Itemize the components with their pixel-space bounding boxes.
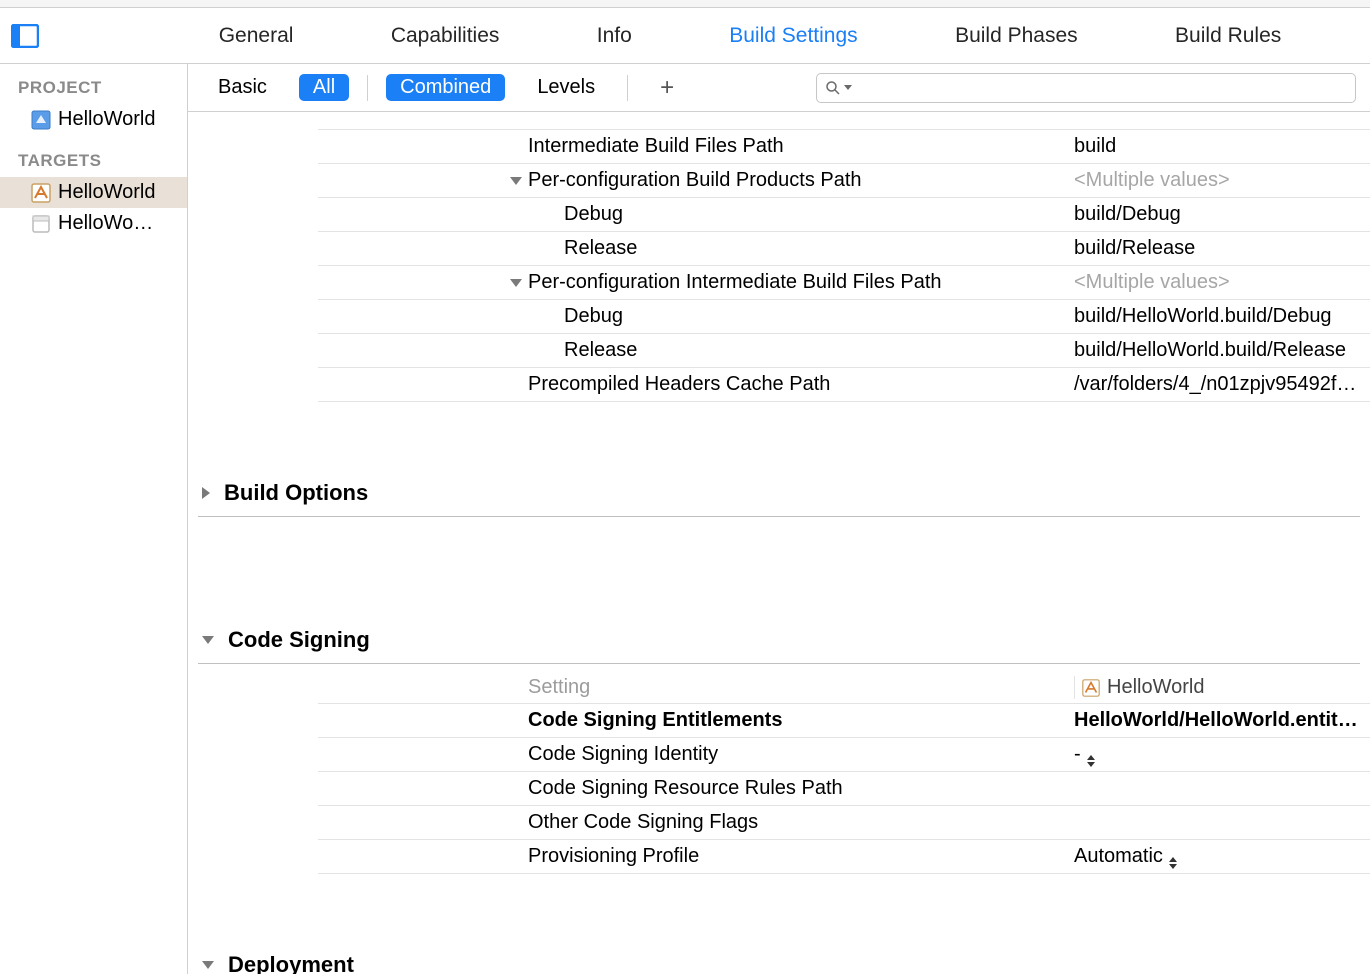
setting-row-expandable[interactable]: Per-configuration Build Products Path <M… xyxy=(318,164,1370,198)
disclosure-triangle-icon[interactable] xyxy=(510,279,522,287)
setting-value[interactable]: build xyxy=(1074,112,1116,116)
disclosure-triangle-icon[interactable] xyxy=(202,961,214,969)
project-item-label: HelloWorld xyxy=(58,108,155,131)
project-navigator-sidebar: PROJECT HelloWorld TARGETS HelloWorld He… xyxy=(0,64,188,974)
xcodeproj-icon xyxy=(30,109,52,131)
setting-label: Intermediate Build Files Path xyxy=(528,135,784,158)
disclosure-triangle-icon[interactable] xyxy=(202,487,210,499)
setting-value[interactable]: HelloWorld/HelloWorld.entitlements xyxy=(1074,709,1370,731)
setting-label: Precompiled Headers Cache Path xyxy=(528,373,830,396)
filter-divider xyxy=(367,75,368,101)
setting-value[interactable]: <Multiple values> xyxy=(1074,271,1230,293)
app-target-icon xyxy=(1081,678,1101,698)
setting-value[interactable]: /var/folders/4_/n01zpjv95492f2n31r_… xyxy=(1074,373,1370,395)
setting-value[interactable]: build/Debug xyxy=(1074,203,1181,225)
setting-row[interactable]: Precompiled Headers Cache Path /var/fold… xyxy=(318,368,1370,402)
search-icon xyxy=(825,80,841,96)
setting-row-config[interactable]: Release build/Release xyxy=(318,232,1370,266)
project-section-label: PROJECT xyxy=(0,74,187,104)
setting-row[interactable]: Code Signing Identity - xyxy=(318,738,1370,772)
generic-target-icon xyxy=(30,213,52,235)
project-item-helloworld[interactable]: HelloWorld xyxy=(0,104,187,135)
setting-row[interactable]: Intermediate Build Files Path build xyxy=(318,130,1370,164)
filter-levels[interactable]: Levels xyxy=(523,74,609,101)
setting-label: Code Signing Identity xyxy=(528,743,718,766)
setting-value[interactable]: build xyxy=(1074,135,1116,157)
filter-divider xyxy=(627,75,628,101)
setting-value[interactable]: <Multiple values> xyxy=(1074,169,1230,191)
filter-combined[interactable]: Combined xyxy=(386,74,505,101)
group-title: Deployment xyxy=(228,952,354,974)
group-deployment[interactable]: Deployment xyxy=(198,938,1360,974)
search-scope-chevron-icon[interactable] xyxy=(844,85,852,90)
setting-label: Build Products Path xyxy=(528,112,704,116)
build-settings-content: Build Products Path build Intermediate B… xyxy=(188,112,1370,974)
setting-label: Release xyxy=(564,339,637,362)
filter-all[interactable]: All xyxy=(299,74,349,101)
setting-label: Code Signing Resource Rules Path xyxy=(528,777,843,800)
popup-indicator-icon[interactable] xyxy=(1169,857,1177,869)
tab-info[interactable]: Info xyxy=(587,20,642,52)
setting-label: Debug xyxy=(564,203,623,226)
filter-basic[interactable]: Basic xyxy=(204,74,281,101)
setting-value[interactable]: build/Release xyxy=(1074,237,1195,259)
setting-label: Code Signing Entitlements xyxy=(528,709,782,732)
editor-tab-bar: General Capabilities Info Build Settings… xyxy=(0,8,1370,64)
targets-section-label: TARGETS xyxy=(0,147,187,177)
target-item-helloworld[interactable]: HelloWorld xyxy=(0,177,187,208)
settings-filter-bar: Basic All Combined Levels + xyxy=(188,64,1370,112)
column-headers: Setting HelloWorld xyxy=(318,664,1370,704)
search-input[interactable] xyxy=(858,79,1347,97)
tab-general[interactable]: General xyxy=(209,20,304,52)
target-item-label: HelloWo… xyxy=(58,212,153,235)
disclosure-triangle-icon[interactable] xyxy=(510,177,522,185)
popup-indicator-icon[interactable] xyxy=(1087,755,1095,767)
settings-search-field[interactable] xyxy=(816,73,1356,103)
setting-value[interactable]: build/HelloWorld.build/Release xyxy=(1074,339,1346,361)
tab-capabilities[interactable]: Capabilities xyxy=(381,20,510,52)
setting-row-expandable[interactable]: Per-configuration Intermediate Build Fil… xyxy=(318,266,1370,300)
setting-label: Other Code Signing Flags xyxy=(528,811,758,834)
column-header-target: HelloWorld xyxy=(1107,676,1204,699)
tab-build-phases[interactable]: Build Phases xyxy=(945,20,1088,52)
setting-row[interactable]: Other Code Signing Flags xyxy=(318,806,1370,840)
tab-build-rules[interactable]: Build Rules xyxy=(1165,20,1291,52)
setting-row[interactable]: Code Signing Entitlements HelloWorld/Hel… xyxy=(318,704,1370,738)
setting-label: Per-configuration Build Products Path xyxy=(528,169,862,192)
left-panel-toggle-button[interactable] xyxy=(8,19,42,53)
setting-row[interactable]: Code Signing Resource Rules Path xyxy=(318,772,1370,806)
group-title: Code Signing xyxy=(228,627,370,653)
setting-label: Provisioning Profile xyxy=(528,845,699,868)
setting-row-config[interactable]: Release build/HelloWorld.build/Release xyxy=(318,334,1370,368)
add-setting-button[interactable]: + xyxy=(646,74,688,102)
setting-row[interactable]: Provisioning Profile Automatic xyxy=(318,840,1370,874)
setting-row-config[interactable]: Debug build/HelloWorld.build/Debug xyxy=(318,300,1370,334)
setting-label: Per-configuration Intermediate Build Fil… xyxy=(528,271,942,294)
app-target-icon xyxy=(30,182,52,204)
setting-value[interactable]: build/HelloWorld.build/Debug xyxy=(1074,305,1332,327)
disclosure-triangle-icon[interactable] xyxy=(202,636,214,644)
setting-value[interactable]: Automatic xyxy=(1074,845,1163,867)
group-build-options[interactable]: Build Options xyxy=(198,466,1360,517)
setting-label: Release xyxy=(564,237,637,260)
target-item-label: HelloWorld xyxy=(58,181,155,204)
column-header-setting: Setting xyxy=(318,676,1074,699)
setting-label: Debug xyxy=(564,305,623,328)
group-code-signing[interactable]: Code Signing xyxy=(198,613,1360,664)
tab-build-settings[interactable]: Build Settings xyxy=(719,20,867,52)
window-toolbar-strip xyxy=(0,0,1370,8)
setting-row-config[interactable]: Debug build/Debug xyxy=(318,198,1370,232)
target-item-secondary[interactable]: HelloWo… xyxy=(0,208,187,239)
setting-value[interactable]: - xyxy=(1074,743,1081,765)
group-title: Build Options xyxy=(224,480,368,506)
setting-row[interactable]: Build Products Path build xyxy=(318,112,1370,130)
